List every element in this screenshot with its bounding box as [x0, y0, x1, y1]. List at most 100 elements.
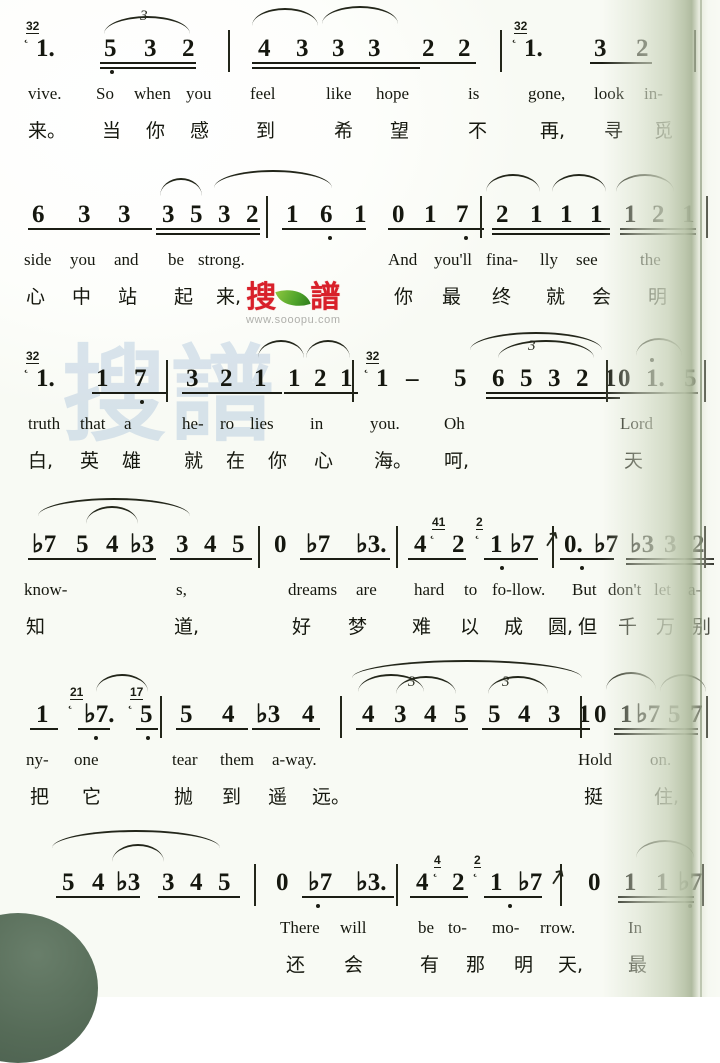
breath-mark-icon: ˛ — [127, 694, 134, 709]
note: 1 — [490, 531, 503, 558]
note: 3 — [394, 701, 407, 728]
logo-url: www.sooopu.com — [246, 314, 341, 326]
measure-number: 32 ˛ — [24, 349, 40, 372]
lyric-chinese: 寻 — [604, 120, 624, 142]
note: ♭3 — [116, 869, 141, 896]
note: 1 — [340, 365, 353, 392]
glissando-arrow-icon: ↗ — [545, 862, 569, 891]
leaf-icon — [275, 282, 311, 314]
music-system: 1 ♭7. 5 5 4 ♭3 4 4 3 4 5 5 4 3 1 0 1 ♭7 5 7 21 ˛ 17 ˛ 3 3 ny-one te… — [0, 660, 720, 808]
lyric-english: side — [24, 250, 52, 269]
beam — [156, 233, 260, 235]
note: ♭3 — [256, 701, 281, 728]
note: 4 — [106, 531, 119, 558]
lyric-english: hard — [414, 580, 445, 599]
lyric-english: Hold — [578, 750, 612, 769]
lyric-chinese: 抛 — [174, 786, 194, 808]
lyric-chinese: 你 — [146, 120, 166, 142]
lyric-chinese: 你 — [268, 450, 288, 472]
lyric-english: dreams — [288, 580, 338, 599]
lyric-english: like — [326, 84, 352, 103]
note: 1 — [656, 869, 669, 896]
lyric-english: lies — [250, 414, 274, 433]
lyric-chinese: 来。 — [28, 120, 67, 142]
lyric-english: gone, — [528, 84, 566, 103]
note: 0 — [274, 531, 287, 558]
slur — [258, 340, 304, 358]
lyric-chinese: 会 — [592, 286, 612, 308]
note: 2 — [496, 201, 509, 228]
beam — [30, 728, 58, 730]
octave-dot — [580, 566, 584, 570]
note: 5 — [232, 531, 245, 558]
beam — [92, 392, 166, 394]
lyric-english: look — [594, 84, 625, 103]
lyric-english: But — [572, 580, 597, 599]
slur — [214, 170, 332, 188]
barline — [480, 196, 482, 238]
note: 4 — [302, 701, 315, 728]
lyric-english: one — [74, 750, 99, 769]
lyric-chinese: 难 — [412, 616, 432, 638]
note: 4 — [416, 869, 429, 896]
beam — [482, 728, 590, 730]
note: 3 — [594, 35, 607, 62]
note: 6 — [320, 201, 333, 228]
note: 4 — [190, 869, 203, 896]
lyric-english: tear — [172, 750, 198, 769]
measure-number: 4 ˛ — [433, 853, 441, 876]
octave-dot — [650, 358, 654, 362]
octave-dot — [464, 236, 468, 240]
note: 0 — [618, 365, 631, 392]
note: 5 — [180, 701, 193, 728]
lyric-chinese: 最 — [442, 286, 462, 308]
slur — [552, 174, 606, 192]
beam — [170, 558, 252, 560]
slur — [486, 174, 540, 192]
octave-dot — [688, 904, 692, 908]
beam — [486, 397, 620, 399]
lyric-chinese: 还 — [286, 954, 306, 976]
lyric-english: and — [114, 250, 139, 269]
lyric-chinese: 呵, — [444, 450, 470, 472]
lyric-english: on. — [650, 750, 672, 769]
octave-dot — [316, 904, 320, 908]
lyric-english: are — [356, 580, 377, 599]
note: ♭7 — [678, 869, 703, 896]
barline — [606, 360, 608, 402]
scan-corner-artifact — [0, 913, 98, 1063]
lyric-english: you — [186, 84, 212, 103]
lyric-chinese: 别 — [692, 616, 712, 638]
beam — [252, 62, 420, 64]
lyric-chinese: 到 — [256, 120, 276, 142]
barline — [706, 696, 708, 738]
barline — [580, 696, 582, 738]
note: 2 — [314, 365, 327, 392]
lyric-chinese: 它 — [82, 786, 102, 808]
note-row: 1 ♭7. 5 5 4 ♭3 4 4 3 4 5 5 4 3 1 0 1 ♭7 5 7 21 ˛ 17 ˛ 3 3 ny-one te… — [0, 660, 720, 808]
note: 1 — [288, 365, 301, 392]
octave-dot — [94, 736, 98, 740]
note: 7 — [456, 201, 469, 228]
lyric-english: to- — [448, 918, 467, 937]
note: 5 — [520, 365, 533, 392]
lyric-english: a-way. — [272, 750, 317, 769]
lyric-chinese: 希 — [334, 120, 354, 142]
octave-dot — [500, 566, 504, 570]
lyric-chinese: 挺 — [584, 786, 604, 808]
lyric-chinese: 白, — [28, 450, 54, 472]
measure-number: 32 ˛ — [512, 19, 528, 42]
lyric-chinese: 来, — [216, 286, 242, 308]
slur — [636, 338, 682, 356]
note: 6 — [492, 365, 505, 392]
lyric-english: ro — [220, 414, 235, 433]
lyric-chinese: 把 — [30, 786, 50, 808]
note: 7 — [134, 365, 147, 392]
note: 4 — [222, 701, 235, 728]
lyric-chinese: 天, — [558, 954, 584, 976]
beam — [626, 558, 714, 560]
note: 5 — [668, 701, 681, 728]
lyric-english: strong. — [198, 250, 245, 269]
beam — [492, 233, 610, 235]
lyric-english: fo-llow. — [492, 580, 546, 599]
